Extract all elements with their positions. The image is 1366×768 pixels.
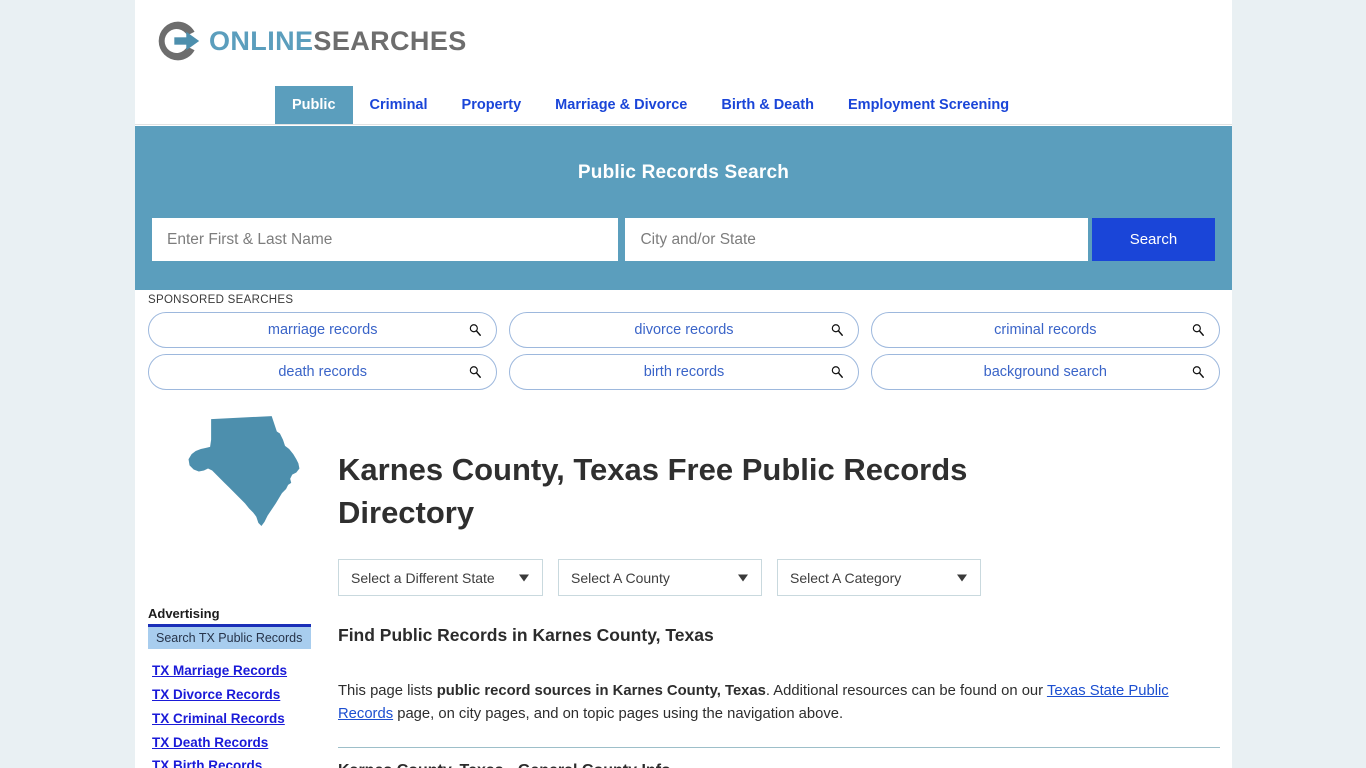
page-root: ONLINESEARCHES Public Criminal Property … <box>0 0 1366 768</box>
sponsored-row-2: death records birth records background s… <box>148 354 1220 390</box>
state-select[interactable]: Select a Different State <box>338 559 543 596</box>
advertising-link-list: TX Marriage Records TX Divorce Records T… <box>148 659 311 768</box>
logo-wordmark: ONLINESEARCHES <box>209 25 467 56</box>
state-select-label: Select a Different State <box>351 569 495 586</box>
sponsored-pill-birth-records[interactable]: birth records <box>509 354 859 390</box>
sponsored-row-1: marriage records divorce records crimina… <box>148 312 1220 348</box>
county-select-label: Select A County <box>571 569 670 586</box>
advertising-heading: Advertising <box>148 606 220 621</box>
sponsored-pill-death-records[interactable]: death records <box>148 354 498 390</box>
content-paragraph: This page lists public record sources in… <box>338 680 1220 725</box>
sponsored-pill-background-search[interactable]: background search <box>870 354 1220 390</box>
search-city-state-input[interactable] <box>625 218 1088 261</box>
search-submit-button[interactable]: Search <box>1091 218 1215 261</box>
ad-link-tx-divorce-records[interactable]: TX Divorce Records <box>148 683 311 707</box>
nav-tab-marriage-divorce[interactable]: Marriage & Divorce <box>538 86 704 124</box>
search-name-input[interactable] <box>152 218 619 261</box>
sponsored-searches-label: SPONSORED SEARCHES <box>148 294 294 306</box>
logo-text-searches: SEARCHES <box>313 25 467 56</box>
category-select[interactable]: Select A Category <box>777 559 981 596</box>
advertising-sidebar: Advertising Search TX Public Records TX … <box>148 606 311 768</box>
paragraph-tail: page, on city pages, and on topic pages … <box>393 705 844 722</box>
nav-tab-public[interactable]: Public <box>275 86 353 124</box>
texas-state-map-icon <box>188 416 300 526</box>
public-records-search-band: Public Records Search Search <box>135 126 1232 290</box>
sponsored-pill-label: criminal records <box>994 322 1097 338</box>
chevron-down-icon <box>519 574 529 581</box>
search-icon <box>831 324 843 336</box>
nav-tab-property[interactable]: Property <box>445 86 539 124</box>
site-logo[interactable]: ONLINESEARCHES <box>155 18 467 64</box>
sponsored-pill-label: death records <box>278 364 367 380</box>
sponsored-searches-section: SPONSORED SEARCHES marriage records divo… <box>148 294 1220 396</box>
ad-banner-search-tx-public-records[interactable]: Search TX Public Records <box>148 627 311 649</box>
search-icon <box>1192 324 1204 336</box>
ad-link-tx-death-records[interactable]: TX Death Records <box>148 731 311 755</box>
county-select[interactable]: Select A County <box>558 559 762 596</box>
paragraph-middle: . Additional resources can be found on o… <box>765 683 1047 699</box>
search-icon <box>470 324 482 336</box>
search-icon <box>831 366 843 378</box>
sponsored-pill-label: birth records <box>643 364 725 380</box>
sponsored-pill-label: divorce records <box>634 322 734 338</box>
sponsored-pill-marriage-records[interactable]: marriage records <box>148 312 498 348</box>
paragraph-bold: public record sources in Karnes County, … <box>436 683 766 699</box>
sponsored-pill-criminal-records[interactable]: criminal records <box>870 312 1220 348</box>
ad-link-tx-marriage-records[interactable]: TX Marriage Records <box>148 659 311 683</box>
content-container: ONLINESEARCHES Public Criminal Property … <box>135 0 1232 768</box>
main-navigation: Public Criminal Property Marriage & Divo… <box>135 86 1232 125</box>
sponsored-pill-label: background search <box>983 364 1107 380</box>
filter-selectors: Select a Different State Select A County… <box>338 559 981 596</box>
search-form: Search <box>152 218 1215 261</box>
search-band-title: Public Records Search <box>577 162 790 183</box>
nav-tab-birth-death[interactable]: Birth & Death <box>704 86 831 124</box>
ad-link-tx-birth-records[interactable]: TX Birth Records <box>148 754 311 768</box>
ad-link-tx-criminal-records[interactable]: TX Criminal Records <box>148 707 311 731</box>
paragraph-lead: This page lists <box>338 683 437 699</box>
content-heading: Find Public Records in Karnes County, Te… <box>338 625 714 645</box>
logo-text-online: ONLINE <box>209 25 314 56</box>
sponsored-pill-label: marriage records <box>267 322 378 338</box>
main-content: Find Public Records in Karnes County, Te… <box>338 625 1220 768</box>
content-divider <box>338 747 1220 749</box>
chevron-down-icon <box>738 574 748 581</box>
category-select-label: Select A Category <box>790 569 902 586</box>
search-icon <box>1192 366 1204 378</box>
chevron-down-icon <box>957 574 967 581</box>
sponsored-pill-divorce-records[interactable]: divorce records <box>509 312 859 348</box>
page-title: Karnes County, Texas Free Public Records… <box>338 451 968 530</box>
nav-tab-employment-screening[interactable]: Employment Screening <box>831 86 1026 124</box>
circular-arrow-icon <box>158 21 200 61</box>
nav-tab-criminal[interactable]: Criminal <box>353 86 445 124</box>
section-heading-general-county-info: Karnes County, Texas - General County In… <box>338 762 1220 768</box>
search-icon <box>470 366 482 378</box>
